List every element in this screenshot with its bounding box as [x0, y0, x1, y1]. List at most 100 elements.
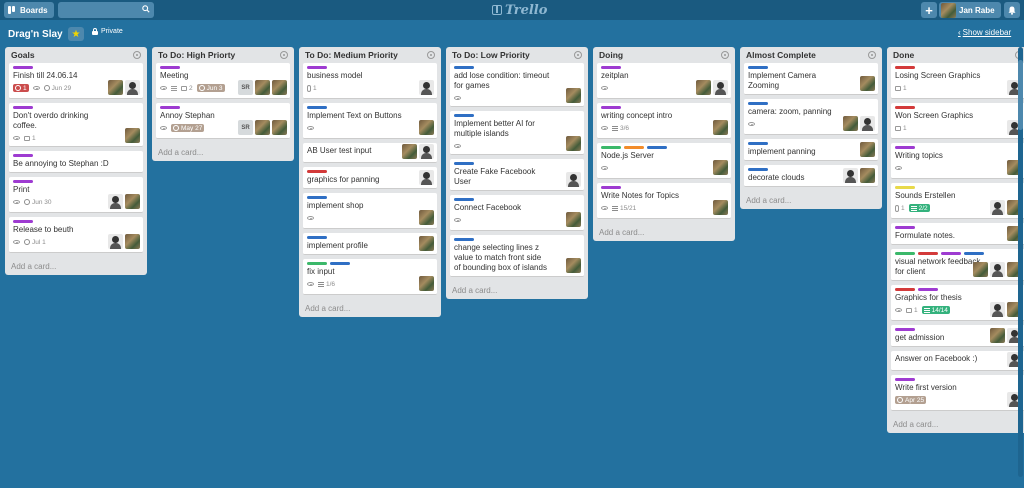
card[interactable]: implement panning [744, 139, 878, 161]
member-avatar[interactable] [860, 116, 875, 131]
card[interactable]: fix input 1/6 [303, 259, 437, 295]
list-header[interactable]: Doing [597, 47, 731, 63]
member-avatar[interactable] [272, 80, 287, 95]
card[interactable]: Connect Facebook [450, 195, 584, 231]
card[interactable]: Don't overdo drinking coffee. 1 [9, 103, 143, 147]
card[interactable]: Implement Camera Zooming [744, 63, 878, 95]
member-avatar[interactable] [419, 276, 434, 291]
list-title[interactable]: To Do: Medium Priority [305, 50, 398, 60]
member-avatar[interactable] [990, 262, 1005, 277]
scrollbar-thumb[interactable] [1018, 60, 1023, 130]
list-menu-icon[interactable] [427, 51, 435, 59]
list-title[interactable]: Goals [11, 50, 35, 60]
card[interactable]: Print Jun 30 [9, 177, 143, 213]
member-avatar[interactable] [566, 258, 581, 273]
member-avatar[interactable] [566, 172, 581, 187]
card[interactable]: Graphics for thesis 1 14/14 [891, 285, 1024, 321]
card[interactable]: Sounds Erstellen 1 2/2 [891, 183, 1024, 219]
card[interactable]: decorate clouds [744, 165, 878, 187]
card[interactable]: implement profile [303, 233, 437, 255]
search-icon[interactable] [142, 5, 150, 13]
member-avatar[interactable] [973, 262, 988, 277]
list-title[interactable]: Almost Complete [746, 50, 816, 60]
member-avatar[interactable] [419, 236, 434, 251]
card[interactable]: Write Notes for Topics 15/21 [597, 183, 731, 219]
user-menu-button[interactable]: Jan Rabe [939, 2, 1001, 18]
member-avatar[interactable] [843, 116, 858, 131]
card[interactable]: implement shop [303, 193, 437, 229]
add-card-link[interactable]: Add a card... [156, 143, 290, 161]
member-avatar[interactable] [255, 120, 270, 135]
card[interactable]: graphics for panning [303, 167, 437, 189]
member-avatar[interactable] [419, 170, 434, 185]
card[interactable]: Won Screen Graphics 1 [891, 103, 1024, 139]
member-avatar[interactable]: SR [238, 120, 253, 135]
card[interactable]: Be annoying to Stephan :D [9, 151, 143, 173]
member-avatar[interactable] [402, 144, 417, 159]
list-header[interactable]: Goals [9, 47, 143, 63]
member-avatar[interactable] [713, 160, 728, 175]
member-avatar[interactable] [108, 80, 123, 95]
member-avatar[interactable] [419, 144, 434, 159]
card[interactable]: Writing topics [891, 143, 1024, 179]
list-menu-icon[interactable] [574, 51, 582, 59]
member-avatar[interactable] [860, 142, 875, 157]
add-card-link[interactable]: Add a card... [303, 299, 437, 317]
member-avatar[interactable] [108, 234, 123, 249]
add-card-link[interactable]: Add a card... [597, 223, 731, 241]
member-avatar[interactable] [990, 328, 1005, 343]
card[interactable]: Annoy Stephan May 27 SR [156, 103, 290, 139]
add-card-link[interactable]: Add a card... [450, 281, 584, 299]
member-avatar[interactable] [125, 234, 140, 249]
member-avatar[interactable] [566, 88, 581, 103]
member-avatar[interactable] [125, 80, 140, 95]
member-avatar[interactable] [125, 128, 140, 143]
card[interactable]: visual network feedback for client [891, 249, 1024, 281]
member-avatar[interactable] [713, 120, 728, 135]
card[interactable]: writing concept intro 3/6 [597, 103, 731, 139]
list-title[interactable]: Done [893, 50, 914, 60]
card[interactable]: Implement better AI for multiple islands [450, 111, 584, 155]
list-menu-icon[interactable] [868, 51, 876, 59]
card[interactable]: business model 1 [303, 63, 437, 99]
member-avatar[interactable] [125, 194, 140, 209]
card[interactable]: Implement Text on Buttons [303, 103, 437, 139]
list-header[interactable]: To Do: High Priorty [156, 47, 290, 63]
add-button[interactable]: + [921, 2, 937, 18]
list-header[interactable]: To Do: Medium Priority [303, 47, 437, 63]
member-avatar[interactable] [566, 136, 581, 151]
card[interactable]: zeitplan [597, 63, 731, 99]
member-avatar[interactable] [108, 194, 123, 209]
boards-button[interactable]: Boards [4, 2, 54, 18]
trello-logo[interactable]: Trello [492, 3, 547, 18]
member-avatar[interactable] [860, 168, 875, 183]
notifications-button[interactable] [1004, 2, 1020, 18]
card[interactable]: Meeting 2 Jun 3 SR [156, 63, 290, 99]
board-title[interactable]: Drag'n Slay [8, 25, 63, 43]
member-avatar[interactable] [990, 200, 1005, 215]
member-avatar[interactable] [990, 302, 1005, 317]
card[interactable]: Formulate notes. [891, 223, 1024, 245]
list-title[interactable]: To Do: High Priorty [158, 50, 235, 60]
list-title[interactable]: Doing [599, 50, 623, 60]
show-sidebar-link[interactable]: ‹ Show sidebar [958, 28, 1011, 37]
search-input[interactable] [58, 2, 154, 18]
list-menu-icon[interactable] [721, 51, 729, 59]
add-card-link[interactable]: Add a card... [9, 257, 143, 275]
card[interactable]: Finish till 24.06.14 1 Jun 29 [9, 63, 143, 99]
add-card-link[interactable]: Add a card... [744, 191, 878, 209]
star-button[interactable]: ★ [68, 27, 84, 41]
list-menu-icon[interactable] [280, 51, 288, 59]
card[interactable]: Node.js Server [597, 143, 731, 179]
member-avatar[interactable] [566, 212, 581, 227]
card[interactable]: Answer on Facebook :) [891, 351, 1024, 371]
list-title[interactable]: To Do: Low Priority [452, 50, 530, 60]
list-header[interactable]: Done [891, 47, 1024, 63]
member-avatar[interactable] [713, 80, 728, 95]
member-avatar[interactable] [255, 80, 270, 95]
member-avatar[interactable] [860, 76, 875, 91]
member-avatar[interactable] [419, 120, 434, 135]
member-avatar[interactable] [843, 168, 858, 183]
member-avatar[interactable] [419, 80, 434, 95]
member-avatar[interactable]: SR [238, 80, 253, 95]
